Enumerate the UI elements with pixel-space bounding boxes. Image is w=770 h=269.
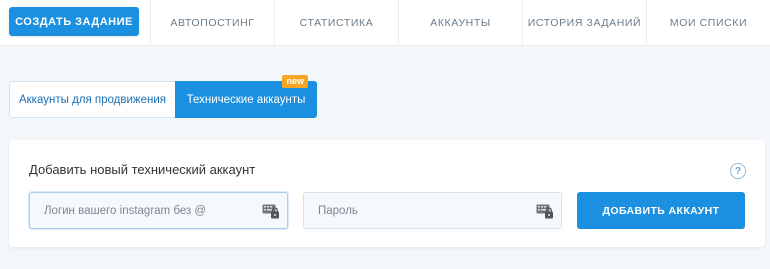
tab-promotion-accounts[interactable]: Аккаунты для продвижения — [9, 81, 175, 118]
keyboard-lock-icon[interactable] — [262, 203, 280, 219]
create-task-button[interactable]: СОЗДАТЬ ЗАДАНИЕ — [9, 7, 139, 36]
add-technical-account-card: Добавить новый технический аккаунт ? Лог… — [9, 140, 765, 247]
nav-tab-task-history[interactable]: ИСТОРИЯ ЗАДАНИЙ — [522, 0, 646, 46]
card-title: Добавить новый технический аккаунт — [29, 162, 256, 177]
help-icon[interactable]: ? — [730, 163, 746, 179]
new-badge: new — [282, 75, 308, 88]
top-navigation: СОЗДАТЬ ЗАДАНИЕ АВТОПОСТИНГ СТАТИСТИКА А… — [0, 0, 770, 46]
nav-tab-statistics[interactable]: СТАТИСТИКА — [274, 0, 398, 46]
account-type-tabs: Аккаунты для продвижения Технические акк… — [9, 75, 317, 118]
tab-technical-accounts-label: Технические аккаунты — [186, 93, 306, 106]
login-field — [29, 192, 288, 229]
add-account-button[interactable]: ДОБАВИТЬ АККАУНТ — [577, 192, 745, 229]
nav-tab-accounts[interactable]: АККАУНТЫ — [398, 0, 522, 46]
nav-tab-my-lists[interactable]: МОИ СПИСКИ — [646, 0, 770, 46]
login-input[interactable] — [30, 193, 287, 228]
keyboard-lock-icon[interactable] — [536, 203, 554, 219]
tab-technical-accounts[interactable]: Технические аккаунты new — [175, 75, 317, 118]
nav-tab-autoposting[interactable]: АВТОПОСТИНГ — [150, 0, 274, 46]
password-field — [303, 192, 562, 229]
password-input[interactable] — [304, 193, 561, 228]
